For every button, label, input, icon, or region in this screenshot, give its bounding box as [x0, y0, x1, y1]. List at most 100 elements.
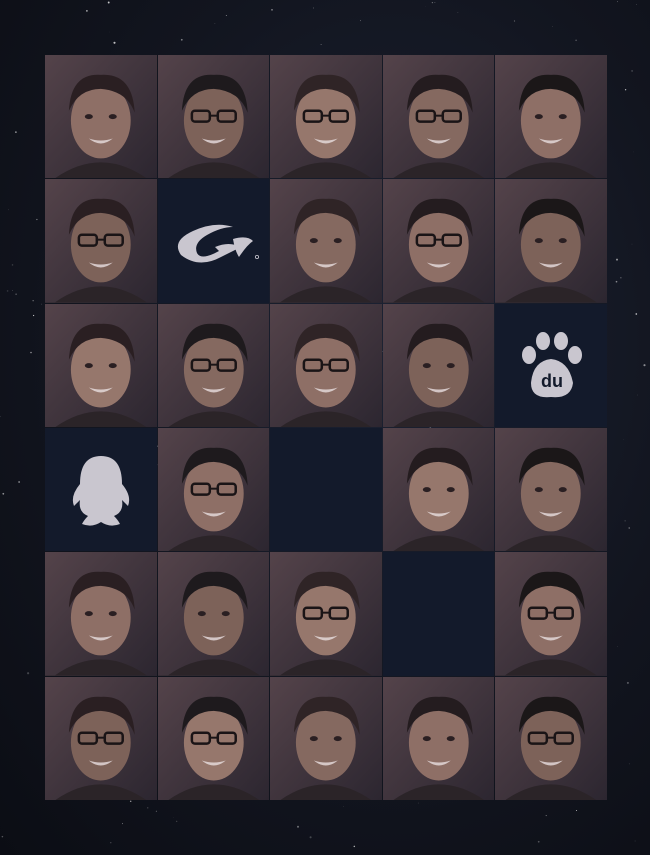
photo-tile [270, 55, 382, 179]
star [634, 840, 636, 842]
photo-tile [157, 428, 270, 552]
photo-tile [270, 552, 382, 676]
star [626, 681, 629, 684]
star [635, 313, 638, 315]
person-glasses-photo [45, 179, 157, 303]
person-glasses-photo [157, 55, 270, 179]
people-photo-grid: du [45, 55, 607, 800]
photo-tile [382, 428, 495, 552]
star [41, 303, 43, 305]
star [12, 290, 14, 292]
star [129, 800, 132, 803]
person-glasses-photo [157, 676, 270, 800]
person-photo [45, 55, 157, 179]
star [617, 646, 618, 647]
photo-tile [45, 552, 157, 676]
star [620, 277, 622, 279]
person-photo [270, 179, 382, 303]
star [615, 280, 618, 283]
photo-tile [382, 55, 495, 179]
star [15, 131, 17, 133]
photo-tile [495, 179, 607, 303]
star [214, 23, 216, 24]
empty-tile [270, 428, 382, 552]
star [15, 293, 17, 295]
logo-tile [157, 179, 270, 303]
star [417, 802, 419, 804]
baidu-logo-text: du [541, 371, 563, 391]
star [110, 842, 112, 844]
photo-tile [45, 55, 157, 179]
star [431, 1, 434, 4]
photo-tile [45, 676, 157, 800]
person-photo [45, 303, 157, 427]
logo-tile: du [495, 303, 607, 427]
person-glasses-photo [382, 55, 495, 179]
star [271, 9, 273, 11]
star [11, 264, 14, 266]
star [18, 481, 20, 483]
star [155, 810, 157, 812]
empty-tile [382, 552, 495, 676]
star [624, 89, 627, 91]
star [309, 836, 312, 839]
star [628, 527, 630, 529]
qq-penguin-logo-icon [72, 455, 129, 526]
photo-tile [270, 179, 382, 303]
photo-tile [382, 303, 495, 427]
person-photo [270, 676, 382, 800]
star [545, 815, 547, 817]
logo-container [45, 428, 157, 551]
star [575, 39, 577, 42]
star [121, 823, 123, 825]
photo-tile [495, 552, 607, 676]
star [36, 218, 38, 221]
photo-tile [45, 303, 157, 427]
star [643, 364, 646, 367]
person-photo [382, 303, 495, 427]
person-photo [495, 428, 607, 552]
star [0, 415, 1, 418]
star [107, 1, 110, 4]
star [1, 835, 4, 838]
photo-tile [382, 676, 495, 800]
star [109, 31, 110, 33]
star [353, 845, 356, 848]
person-photo [495, 179, 607, 303]
star [313, 7, 314, 9]
photo-tile [495, 676, 607, 800]
star [2, 492, 5, 495]
star [636, 4, 637, 5]
star [434, 2, 436, 3]
person-glasses-photo [157, 428, 270, 552]
person-glasses-photo [270, 552, 382, 676]
star [8, 209, 10, 211]
photo-tile [157, 303, 270, 427]
star [575, 809, 578, 812]
star [513, 20, 516, 22]
star [27, 672, 30, 675]
star [32, 300, 34, 302]
logo-container: du [495, 304, 607, 427]
star [631, 243, 633, 245]
star [32, 314, 35, 317]
person-photo [495, 55, 607, 179]
person-photo [157, 552, 270, 676]
logo-container [158, 179, 270, 302]
star [617, 1, 618, 3]
photo-tile [157, 55, 270, 179]
star [30, 351, 32, 354]
star [297, 825, 299, 828]
star [180, 38, 183, 41]
star [6, 290, 9, 292]
star [225, 15, 227, 17]
person-glasses-photo [495, 552, 607, 676]
photo-tile [495, 55, 607, 179]
star [616, 258, 618, 261]
star [360, 20, 361, 22]
person-glasses-photo [45, 676, 157, 800]
photo-tile [45, 179, 157, 303]
logo-tile [45, 428, 157, 552]
star [86, 10, 88, 12]
star [113, 41, 116, 44]
